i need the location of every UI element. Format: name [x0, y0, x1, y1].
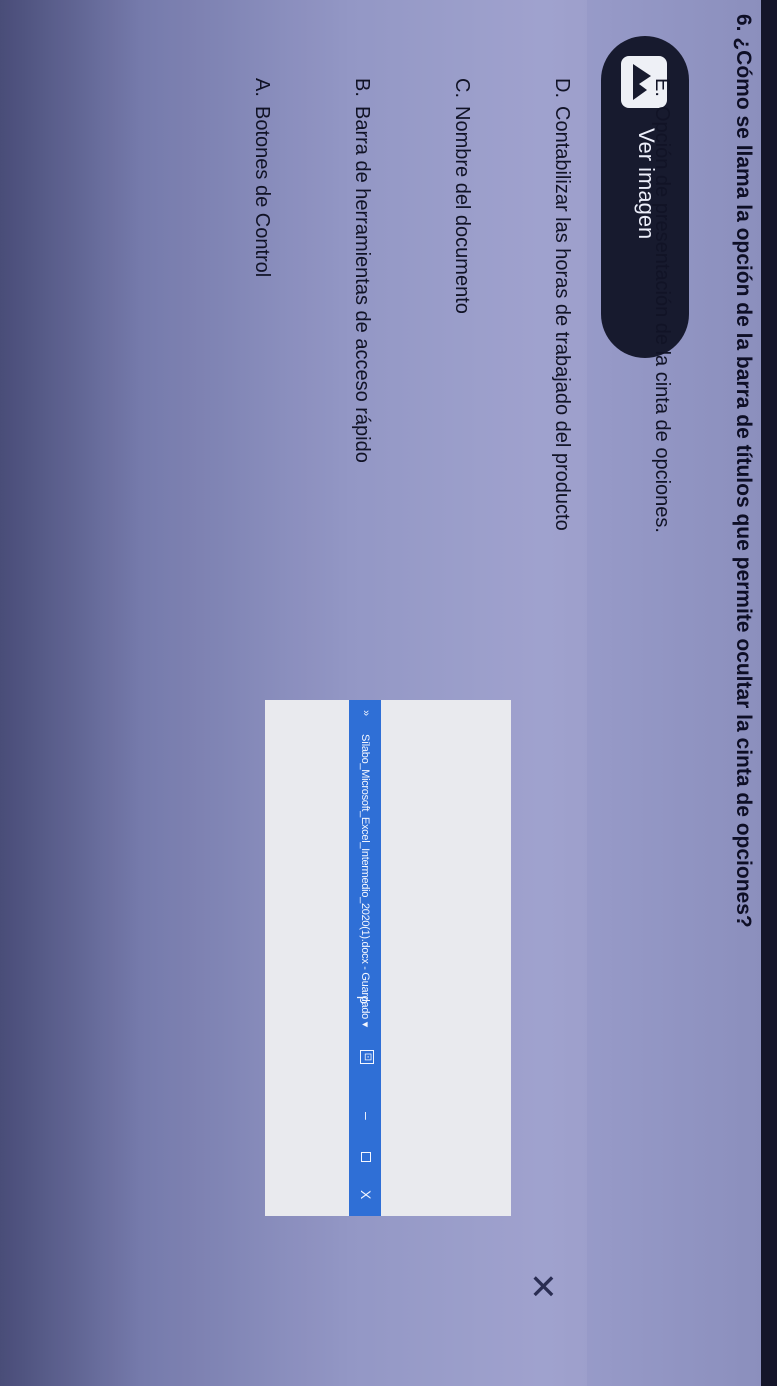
option-text: Opción de presentación de la cinta de op…: [651, 106, 673, 533]
quick-access-icon: »: [360, 710, 372, 717]
image-preview-panel: » Sílabo_Microsoft_Excel_Intermedio_2020…: [265, 700, 511, 1216]
option-text: Barra de herramientas de acceso rápido: [351, 106, 373, 463]
option-d[interactable]: D. Contabilizar las horas de trabajado de…: [550, 78, 573, 531]
option-text: Nombre del documento: [451, 106, 473, 314]
option-letter: B.: [351, 78, 373, 97]
document-title: Sílabo_Microsoft_Excel_Intermedio_2020(1…: [359, 734, 371, 1027]
option-a[interactable]: A. Botones de Control: [250, 78, 273, 277]
option-b[interactable]: B. Barra de herramientas de acceso rápido: [350, 78, 373, 463]
option-letter: D.: [551, 78, 573, 98]
window-close-icon: X: [358, 1190, 374, 1200]
excel-titlebar: » Sílabo_Microsoft_Excel_Intermedio_2020…: [349, 700, 381, 1216]
option-text: Contabilizar las horas de trabajado del …: [551, 106, 573, 531]
screen: 6. ¿Cómo se llama la opción de la barra …: [0, 0, 777, 1386]
ribbon-display-options-icon: ⊡: [360, 1050, 374, 1064]
maximize-icon: [361, 1152, 371, 1162]
option-text: Botones de Control: [251, 106, 273, 278]
minimize-icon: –: [359, 1112, 375, 1120]
search-icon: ρ: [357, 996, 373, 1004]
top-edge: [761, 0, 777, 1386]
view-image-button[interactable]: Ver imagen: [601, 36, 689, 358]
option-e[interactable]: E. Opción de presentación de la cinta de …: [650, 78, 673, 533]
option-c[interactable]: C. Nombre del documento: [450, 78, 473, 314]
option-letter: A.: [251, 78, 273, 97]
option-letter: C.: [451, 78, 473, 98]
option-letter: E.: [651, 78, 673, 97]
question-title: 6. ¿Cómo se llama la opción de la barra …: [732, 14, 755, 928]
close-icon[interactable]: ✕: [523, 1272, 561, 1301]
